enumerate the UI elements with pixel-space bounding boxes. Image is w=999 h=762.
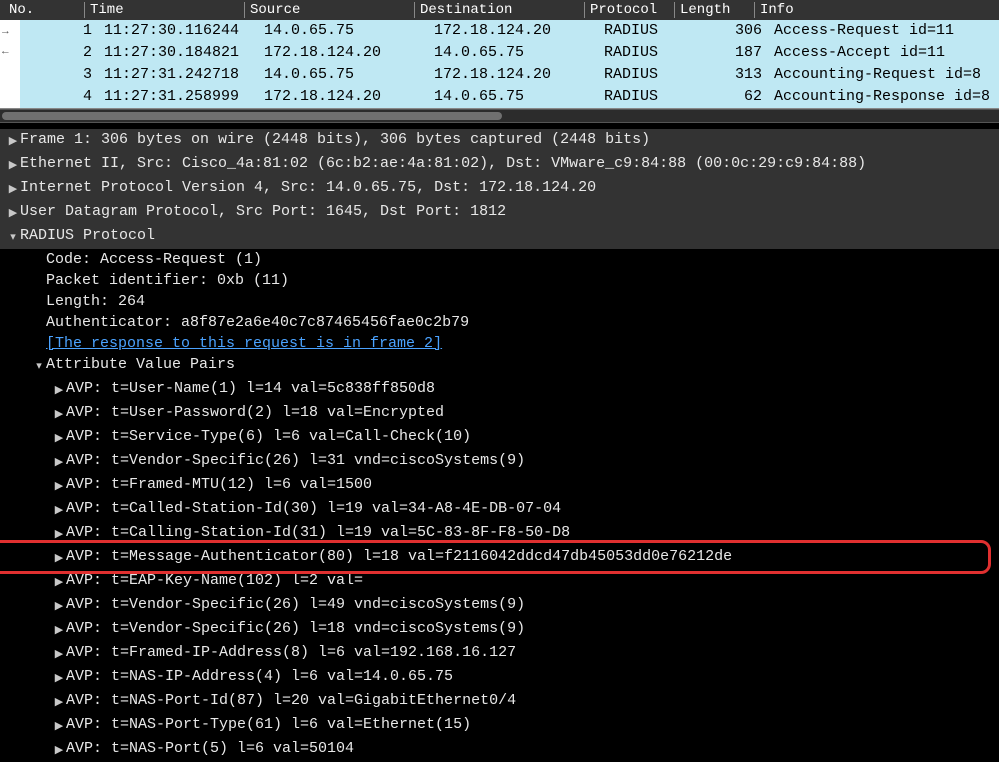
caret-right-icon: ▶: [52, 714, 66, 738]
avp-row[interactable]: ▶AVP: t=NAS-Port-Id(87) l=20 val=Gigabit…: [0, 690, 999, 714]
packet-details-pane: ▶Frame 1: 306 bytes on wire (2448 bits),…: [0, 123, 999, 762]
tree-ethernet[interactable]: ▶Ethernet II, Src: Cisco_4a:81:02 (6c:b2…: [0, 153, 999, 177]
radius-packet-id[interactable]: Packet identifier: 0xb (11): [0, 270, 999, 291]
arrow-right-icon: →: [2, 26, 9, 38]
caret-right-icon: ▶: [52, 618, 66, 642]
col-destination[interactable]: Destination: [414, 2, 584, 18]
caret-right-icon: ▶: [6, 201, 20, 225]
col-source[interactable]: Source: [244, 2, 414, 18]
caret-right-icon: ▶: [52, 642, 66, 666]
packet-rows: 111:27:30.11624414.0.65.75172.18.124.20R…: [20, 20, 999, 108]
packet-row[interactable]: 311:27:31.24271814.0.65.75172.18.124.20R…: [20, 64, 999, 86]
avp-row[interactable]: ▶AVP: t=Calling-Station-Id(31) l=19 val=…: [0, 522, 999, 546]
packet-list-pane: No. Time Source Destination Protocol Len…: [0, 0, 999, 109]
caret-right-icon: ▶: [6, 129, 20, 153]
packet-row[interactable]: 411:27:31.258999172.18.124.2014.0.65.75R…: [20, 86, 999, 108]
packet-list-header: No. Time Source Destination Protocol Len…: [0, 0, 999, 20]
packet-row[interactable]: 111:27:30.11624414.0.65.75172.18.124.20R…: [20, 20, 999, 42]
avp-row[interactable]: ▶AVP: t=Vendor-Specific(26) l=49 vnd=cis…: [0, 594, 999, 618]
caret-down-icon: ▾: [32, 354, 46, 378]
avp-row[interactable]: ▶AVP: t=User-Name(1) l=14 val=5c838ff850…: [0, 378, 999, 402]
radius-code[interactable]: Code: Access-Request (1): [0, 249, 999, 270]
avp-list: ▶AVP: t=User-Name(1) l=14 val=5c838ff850…: [0, 378, 999, 762]
caret-right-icon: ▶: [52, 738, 66, 762]
radius-length[interactable]: Length: 264: [0, 291, 999, 312]
tree-udp[interactable]: ▶User Datagram Protocol, Src Port: 1645,…: [0, 201, 999, 225]
caret-right-icon: ▶: [52, 426, 66, 450]
caret-right-icon: ▶: [52, 402, 66, 426]
caret-right-icon: ▶: [52, 594, 66, 618]
caret-right-icon: ▶: [52, 690, 66, 714]
caret-right-icon: ▶: [52, 522, 66, 546]
caret-right-icon: ▶: [6, 153, 20, 177]
caret-right-icon: ▶: [52, 474, 66, 498]
col-protocol[interactable]: Protocol: [584, 2, 674, 18]
avp-row[interactable]: ▶AVP: t=Framed-MTU(12) l=6 val=1500: [0, 474, 999, 498]
tree-ip[interactable]: ▶Internet Protocol Version 4, Src: 14.0.…: [0, 177, 999, 201]
tree-radius[interactable]: ▾RADIUS Protocol: [0, 225, 999, 249]
avp-row[interactable]: ▶AVP: t=Called-Station-Id(30) l=19 val=3…: [0, 498, 999, 522]
caret-right-icon: ▶: [52, 546, 66, 570]
radius-response-link[interactable]: [The response to this request is in fram…: [0, 333, 999, 354]
caret-right-icon: ▶: [52, 570, 66, 594]
tree-avp-header[interactable]: ▾Attribute Value Pairs: [0, 354, 999, 378]
col-length[interactable]: Length: [674, 2, 754, 18]
caret-right-icon: ▶: [52, 498, 66, 522]
caret-right-icon: ▶: [52, 378, 66, 402]
scrollbar-thumb[interactable]: [2, 112, 502, 120]
radius-authenticator[interactable]: Authenticator: a8f87e2a6e40c7c87465456fa…: [0, 312, 999, 333]
caret-down-icon: ▾: [6, 225, 20, 249]
caret-right-icon: ▶: [52, 666, 66, 690]
avp-row[interactable]: ▶AVP: t=Vendor-Specific(26) l=31 vnd=cis…: [0, 450, 999, 474]
avp-row[interactable]: ▶AVP: t=EAP-Key-Name(102) l=2 val=: [0, 570, 999, 594]
packet-gutter: → ←: [0, 20, 20, 108]
avp-row[interactable]: ▶AVP: t=Message-Authenticator(80) l=18 v…: [0, 546, 999, 570]
avp-row[interactable]: ▶AVP: t=Framed-IP-Address(8) l=6 val=192…: [0, 642, 999, 666]
avp-row[interactable]: ▶AVP: t=Vendor-Specific(26) l=18 vnd=cis…: [0, 618, 999, 642]
horizontal-scrollbar[interactable]: [0, 109, 999, 123]
col-time[interactable]: Time: [84, 2, 244, 18]
arrow-left-icon: ←: [2, 46, 9, 58]
avp-row[interactable]: ▶AVP: t=Service-Type(6) l=6 val=Call-Che…: [0, 426, 999, 450]
col-no[interactable]: No.: [4, 2, 84, 18]
avp-row[interactable]: ▶AVP: t=User-Password(2) l=18 val=Encryp…: [0, 402, 999, 426]
avp-row[interactable]: ▶AVP: t=NAS-IP-Address(4) l=6 val=14.0.6…: [0, 666, 999, 690]
caret-right-icon: ▶: [6, 177, 20, 201]
avp-row[interactable]: ▶AVP: t=NAS-Port(5) l=6 val=50104: [0, 738, 999, 762]
tree-frame[interactable]: ▶Frame 1: 306 bytes on wire (2448 bits),…: [0, 129, 999, 153]
avp-row[interactable]: ▶AVP: t=NAS-Port-Type(61) l=6 val=Ethern…: [0, 714, 999, 738]
packet-row[interactable]: 211:27:30.184821172.18.124.2014.0.65.75R…: [20, 42, 999, 64]
col-info[interactable]: Info: [754, 2, 995, 18]
caret-right-icon: ▶: [52, 450, 66, 474]
